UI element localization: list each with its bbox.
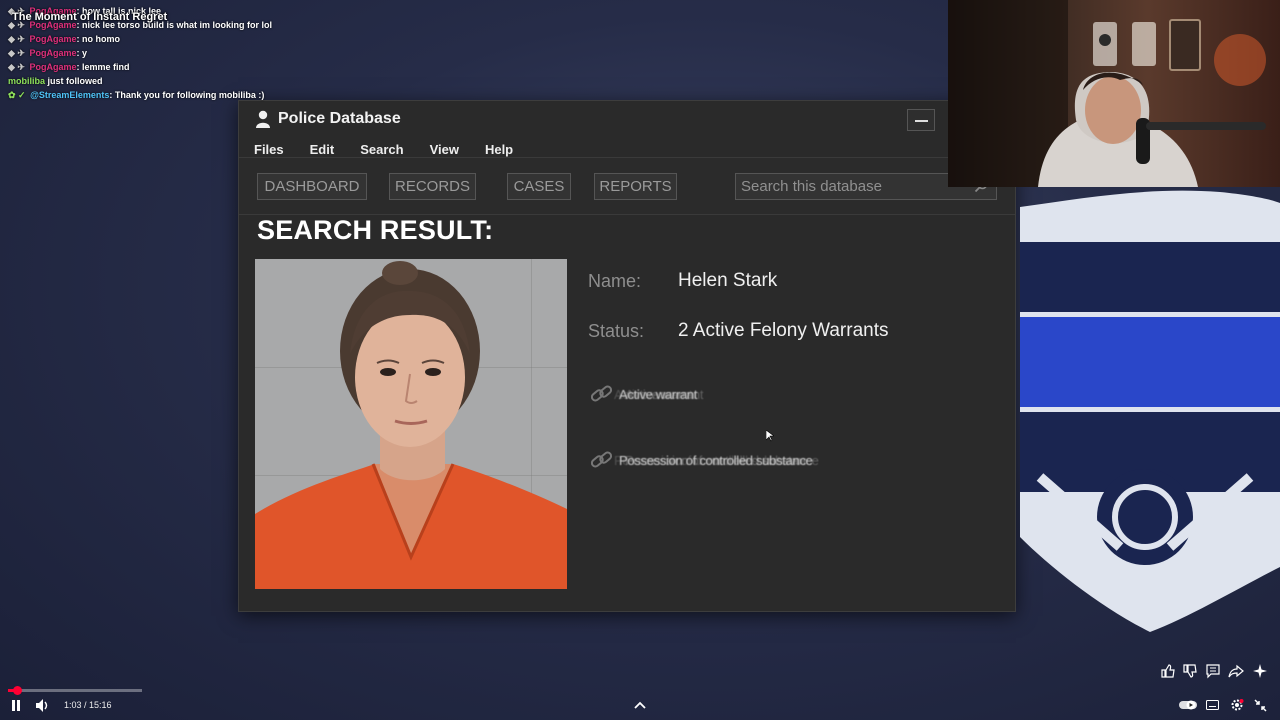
comment-icon[interactable] [1205,663,1221,679]
window-titlebar[interactable]: Police Database [239,101,1015,137]
follow-text: just followed [45,76,103,86]
menu-help[interactable]: Help [485,142,513,157]
dislike-icon[interactable] [1182,663,1198,679]
menu-search[interactable]: Search [360,142,403,157]
progress-bar[interactable] [8,686,142,695]
chat-badges-icon: ◆ ✈ [8,48,25,58]
search-placeholder: Search this database [741,178,882,195]
nav-dashboard-button[interactable]: DASHBOARD [257,173,367,200]
chevron-up-icon[interactable] [634,700,646,710]
user-icon [256,110,270,128]
status-label: Status: [588,321,645,341]
possession-link[interactable]: Possession of controlled substance [589,447,813,473]
menu-view[interactable]: View [430,142,459,157]
mouse-cursor-icon [766,430,774,442]
chat-message: ◆ ✈ PogAgame: no homo [8,32,428,46]
chat-badges-icon: ◆ ✈ [8,62,25,72]
nav-cases-button[interactable]: CASES [507,173,571,200]
bot-message: ✿ ✓ @StreamElements: Thank you for follo… [8,88,428,102]
name-value: Helen Stark [678,270,778,291]
chat-message: ◆ ✈ PogAgame: y [8,46,428,60]
status-value: 2 Active Felony Warrants [678,320,889,341]
menu-edit[interactable]: Edit [310,142,335,157]
volume-icon[interactable] [36,699,49,712]
warrant-link[interactable]: Active warrant [589,381,697,407]
time-display: 1:03 / 15:16 [64,700,112,710]
nav-reports-button[interactable]: REPORTS [594,173,677,200]
settings-icon[interactable] [1230,698,1244,712]
menu-files[interactable]: Files [254,142,284,157]
chat-message: ◆ ✈ PogAgame: lemme find [8,60,428,74]
chat-username: PogAgame [29,62,77,72]
chat-badges-icon: ◆ ✈ [8,34,25,44]
follow-username: mobiliba [8,76,46,86]
possession-link-text: Possession of controlled substance [619,452,813,468]
sparkle-icon[interactable] [1252,663,1268,679]
name-label: Name: [588,271,642,291]
chat-text: : no homo [76,34,121,44]
bot-text: : Thank you for following mobiliba :) [109,90,265,100]
webcam-feed [948,0,1280,187]
minimize-button[interactable] [907,109,935,131]
follow-event: mobiliba just followed [8,74,428,88]
bot-username: @StreamElements [30,90,110,100]
window-title: Police Database [278,110,401,127]
code-blue-logo [1020,187,1280,647]
link-icon [590,451,613,468]
share-icon[interactable] [1228,663,1244,679]
like-icon[interactable] [1160,663,1176,679]
warrant-link-text: Active warrant [619,386,698,402]
chat-username: PogAgame [29,34,77,44]
video-title: The Moment of Instant Regret [12,11,168,23]
play-pause-icon[interactable] [11,700,21,711]
chat-text: : y [76,48,88,58]
link-icon [590,385,613,402]
chat-text: : lemme find [76,62,130,72]
mugshot-photo [255,259,567,589]
nav-bar: DASHBOARD RECORDS CASES REPORTS Search t… [239,157,1015,215]
bot-badges-icon: ✿ ✓ [8,90,26,100]
progress-scrubber[interactable] [13,686,22,695]
police-database-window: Police Database Files Edit Search View H… [238,100,1016,612]
captions-icon[interactable] [1206,700,1219,710]
fullscreen-exit-icon[interactable] [1254,699,1267,712]
nav-records-button[interactable]: RECORDS [389,173,476,200]
chat-username: PogAgame [29,48,77,58]
autoplay-toggle-icon[interactable] [1179,700,1197,710]
result-heading: SEARCH RESULT: [257,215,494,245]
